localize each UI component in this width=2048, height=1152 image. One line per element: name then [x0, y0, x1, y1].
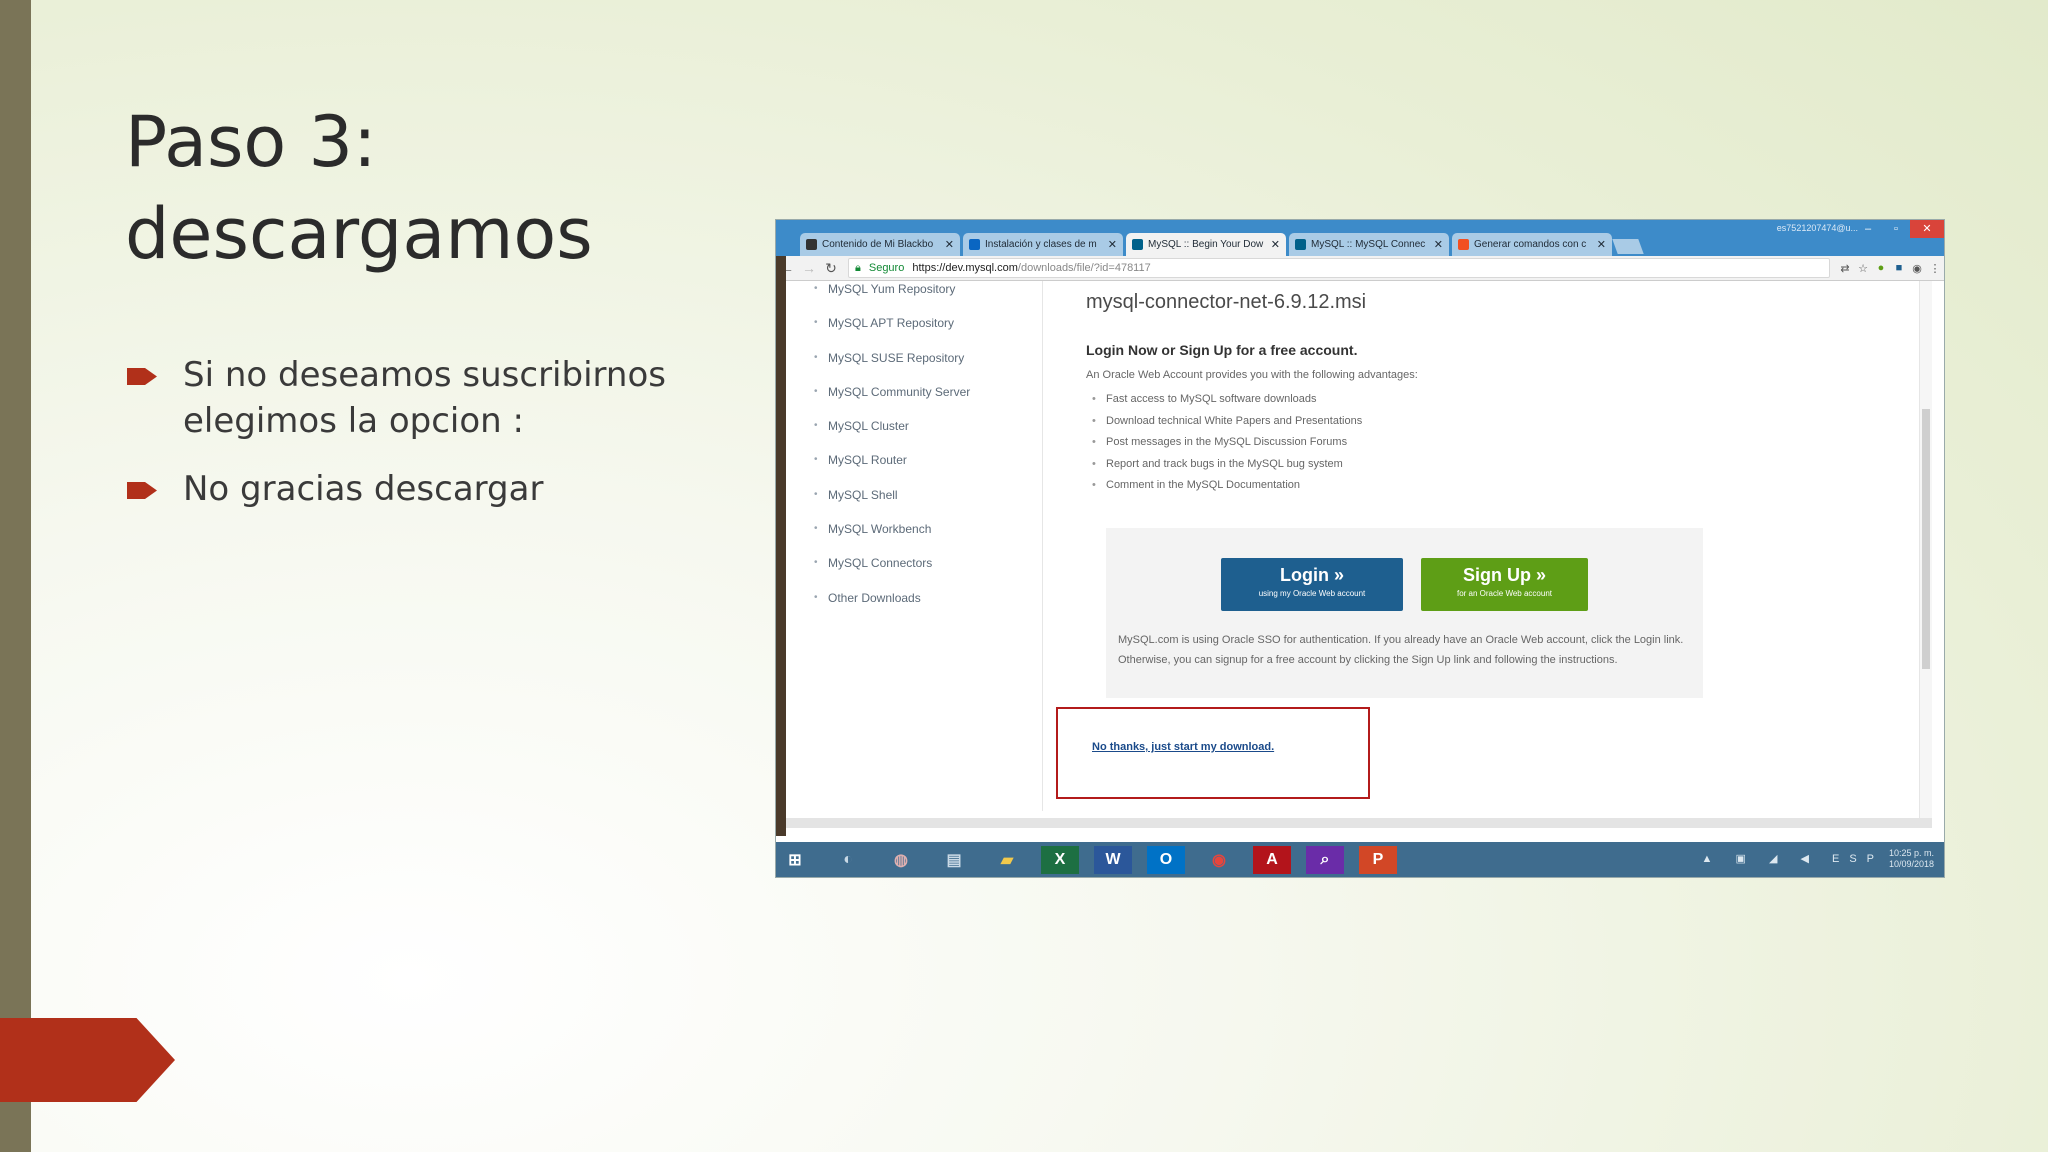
- arrow-bullet-icon: [127, 368, 157, 385]
- sidebar-nav: MySQL Yum Repository MySQL APT Repositor…: [814, 281, 1044, 624]
- login-box: Login » using my Oracle Web account Sign…: [1106, 528, 1703, 698]
- secure-lock-icon: 🔒︎: [855, 261, 861, 274]
- mysql-icon: [1295, 239, 1306, 250]
- excel-icon[interactable]: X: [1041, 845, 1079, 874]
- close-tab-icon[interactable]: ✕: [945, 238, 954, 251]
- list-item: Comment in the MySQL Documentation: [1086, 475, 1726, 497]
- close-tab-icon[interactable]: ✕: [1271, 238, 1280, 251]
- clock-time: 10:25 p. m.: [1888, 848, 1934, 858]
- list-item: Post messages in the MySQL Discussion Fo…: [1086, 432, 1726, 454]
- url-path: /downloads/file/?id=478117: [1017, 262, 1151, 274]
- star-icon[interactable]: ☆: [1854, 262, 1872, 275]
- app-icon[interactable]: ◍: [882, 846, 920, 874]
- search-app-icon[interactable]: ⌕: [1306, 845, 1344, 874]
- list-item: Fast access to MySQL software downloads: [1086, 389, 1726, 411]
- slide-title: Paso 3: descargamos: [125, 96, 725, 280]
- no-thanks-download-link[interactable]: No thanks, just start my download.: [1092, 741, 1274, 753]
- signup-button[interactable]: Sign Up » for an Oracle Web account: [1421, 558, 1588, 611]
- maximize-icon[interactable]: ▫: [1882, 220, 1910, 238]
- close-tab-icon[interactable]: ✕: [1108, 238, 1117, 251]
- file-explorer-icon[interactable]: ▰: [988, 846, 1026, 874]
- left-accent-bar: [0, 0, 31, 1152]
- linkedin-icon: [969, 239, 980, 250]
- extension-icon[interactable]: ●: [1872, 262, 1890, 274]
- sidebar-item-workbench[interactable]: MySQL Workbench: [814, 521, 1044, 555]
- word-icon[interactable]: W: [1094, 845, 1132, 874]
- title-line-1: Paso 3:: [125, 101, 377, 183]
- sidebar-item-connectors[interactable]: MySQL Connectors: [814, 555, 1044, 589]
- close-tab-icon[interactable]: ✕: [1597, 238, 1606, 251]
- slide-bullets: Si no deseamos suscribirnos elegimos la …: [125, 352, 725, 534]
- reload-icon[interactable]: ↻: [820, 260, 842, 277]
- list-item: Download technical White Papers and Pres…: [1086, 411, 1726, 433]
- blackboard-icon: [806, 239, 817, 250]
- url-field[interactable]: 🔒︎ Seguro https://dev.mysql.com/download…: [848, 258, 1830, 278]
- menu-icon[interactable]: ⋮: [1926, 262, 1944, 275]
- tab-blackboard[interactable]: Contenido de Mi Blackbo ✕: [800, 233, 960, 256]
- download-content: mysql-connector-net-6.9.12.msi Login Now…: [1086, 281, 1726, 497]
- powerpoint-icon[interactable]: P: [1359, 845, 1397, 874]
- vertical-scrollbar[interactable]: [1919, 281, 1932, 827]
- login-button[interactable]: Login » using my Oracle Web account: [1221, 558, 1403, 611]
- arrow-bullet-icon: [127, 482, 157, 499]
- sidebar-item-community-server[interactable]: MySQL Community Server: [814, 384, 1044, 418]
- app-icon[interactable]: ▤: [935, 846, 973, 874]
- clock-date: 10/09/2018: [1888, 859, 1934, 869]
- extension-icon[interactable]: ◉: [1908, 262, 1926, 275]
- sidebar-item-router[interactable]: MySQL Router: [814, 452, 1044, 486]
- acrobat-icon[interactable]: A: [1253, 845, 1291, 874]
- forward-arrow-icon[interactable]: →: [798, 260, 820, 276]
- sidebar-item-yum[interactable]: MySQL Yum Repository: [814, 281, 1044, 315]
- extension-icon[interactable]: ■: [1890, 262, 1908, 274]
- windows-taskbar: ⊞ ◐ ◍ ▤ ▰ X W O ◉ A ⌕ P ▲ ▣ ◢ ◀ ESP 10:2…: [776, 842, 1944, 877]
- close-tab-icon[interactable]: ✕: [1434, 238, 1443, 251]
- mysql-icon: [1132, 239, 1143, 250]
- list-item: Report and track bugs in the MySQL bug s…: [1086, 454, 1726, 476]
- advantages-list: Fast access to MySQL software downloads …: [1086, 389, 1726, 497]
- scrollbar-thumb[interactable]: [1922, 409, 1930, 669]
- address-bar-row: ← → ↻ 🔒︎ Seguro https://dev.mysql.com/do…: [776, 256, 1944, 281]
- close-icon[interactable]: ✕: [1910, 220, 1944, 238]
- microsoft-icon: [1458, 239, 1469, 250]
- browser-screenshot: es752120747​4@u... – ▫ ✕ Contenido de Mi…: [776, 220, 1944, 877]
- browser-titlebar: es752120747​4@u... – ▫ ✕ Contenido de Mi…: [776, 220, 1944, 256]
- sidebar-item-suse[interactable]: MySQL SUSE Repository: [814, 350, 1044, 384]
- outlook-icon[interactable]: O: [1147, 845, 1185, 874]
- horizontal-scrollbar[interactable]: [786, 818, 1932, 828]
- sidebar-item-other-downloads[interactable]: Other Downloads: [814, 590, 1044, 624]
- tab-mysql-connector[interactable]: MySQL :: MySQL Connec ✕: [1289, 233, 1449, 256]
- slide-arrow-decoration: [0, 1018, 175, 1102]
- tab-mysql-begin-download[interactable]: MySQL :: Begin Your Dow ✕: [1126, 233, 1286, 256]
- highlight-box: No thanks, just start my download.: [1056, 707, 1370, 799]
- browser-tabs: Contenido de Mi Blackbo ✕ Instalación y c…: [800, 233, 1644, 256]
- minimize-icon[interactable]: –: [1854, 220, 1882, 238]
- clock[interactable]: 10:25 p. m. 10/09/2018: [1889, 848, 1934, 870]
- system-tray-icons[interactable]: ▲ ▣ ◢ ◀ ESP: [1702, 852, 1884, 865]
- window-edge: [776, 256, 786, 836]
- new-tab-button[interactable]: [1612, 239, 1644, 254]
- windows-start-icon[interactable]: ⊞: [776, 846, 814, 874]
- sidebar-item-apt[interactable]: MySQL APT Repository: [814, 315, 1044, 349]
- sso-note: MySQL.com is using Oracle SSO for authen…: [1118, 634, 1684, 666]
- bullet-item: Si no deseamos suscribirnos elegimos la …: [125, 352, 725, 444]
- sidebar-item-shell[interactable]: MySQL Shell: [814, 487, 1044, 521]
- bullet-item: No gracias descargar: [125, 466, 725, 512]
- chrome-icon[interactable]: ◉: [1200, 846, 1238, 874]
- tab-linkedin[interactable]: Instalación y clases de m ✕: [963, 233, 1123, 256]
- file-name: mysql-connector-net-6.9.12.msi: [1086, 291, 1367, 313]
- login-heading: Login Now or Sign Up for a free account.: [1086, 342, 1358, 358]
- secure-label: Seguro: [868, 262, 905, 274]
- language-indicator[interactable]: ESP: [1832, 853, 1884, 865]
- window-user-label: es752120747​4@u...: [1776, 223, 1858, 233]
- tab-generar-comandos[interactable]: Generar comandos con c ✕: [1452, 233, 1612, 256]
- sidebar-item-cluster[interactable]: MySQL Cluster: [814, 418, 1044, 452]
- title-line-2: descargamos: [125, 193, 593, 275]
- oracle-note: An Oracle Web Account provides you with …: [1086, 369, 1418, 381]
- column-divider: [1042, 281, 1043, 811]
- page-content: MySQL Yum Repository MySQL APT Repositor…: [786, 281, 1932, 827]
- translate-icon[interactable]: ⇄: [1836, 262, 1854, 275]
- window-controls: – ▫ ✕: [1854, 220, 1944, 238]
- app-icon[interactable]: ◐: [829, 846, 867, 874]
- url-host: https://dev.mysql.com: [912, 262, 1018, 274]
